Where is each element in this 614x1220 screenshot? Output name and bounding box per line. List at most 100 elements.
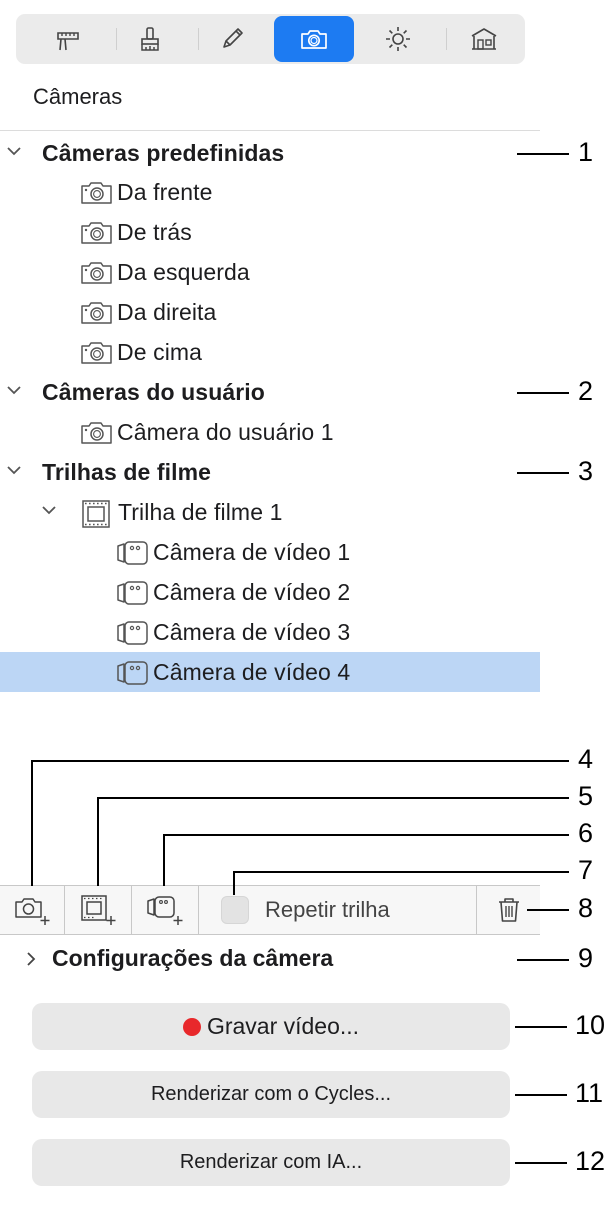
ruler-icon	[57, 32, 79, 51]
chevron-down-icon[interactable]	[5, 381, 23, 399]
tool-tabs	[16, 14, 525, 64]
callout-line	[97, 797, 569, 799]
camera-icon	[81, 262, 112, 284]
add-video-camera-icon	[147, 896, 183, 925]
panel-title: Câmeras	[33, 84, 123, 109]
tree-item-video-camera[interactable]: Câmera de vídeo 2	[0, 573, 540, 613]
tab-cameras[interactable]	[274, 16, 354, 62]
tab-material[interactable]	[110, 16, 190, 62]
house-icon	[471, 28, 497, 50]
add-film-track-icon	[81, 895, 116, 925]
callout-2: 2	[578, 376, 594, 406]
callout-line	[31, 760, 33, 886]
callout-line	[517, 472, 569, 474]
item-label: Da direita	[117, 299, 217, 325]
tab-lighting[interactable]	[358, 16, 438, 62]
callout-5: 5	[578, 781, 594, 811]
callout-7: 7	[578, 855, 594, 885]
group-label: Trilhas de filme	[42, 459, 212, 485]
repeat-track-checkbox[interactable]	[221, 896, 249, 924]
tree-item-camera[interactable]: De trás	[0, 213, 540, 253]
video-camera-icon	[117, 541, 148, 565]
add-camera-button[interactable]	[0, 886, 64, 934]
tab-building[interactable]	[444, 16, 524, 62]
callout-10: 10	[575, 1010, 606, 1040]
item-label: De trás	[117, 219, 192, 245]
camera-action-bar: Repetir trilha	[0, 885, 540, 935]
tab-draw[interactable]	[192, 16, 272, 62]
tree-item-camera[interactable]: Da frente	[0, 173, 540, 213]
tree-item-video-camera-selected[interactable]: Câmera de vídeo 4	[0, 652, 540, 692]
group-label: Câmeras predefinidas	[42, 140, 285, 166]
tree-item-film-track[interactable]: Trilha de filme 1	[0, 493, 540, 533]
record-label: Gravar vídeo...	[206, 1013, 360, 1039]
callout-line	[517, 153, 569, 155]
video-camera-icon	[117, 621, 148, 645]
chevron-down-icon[interactable]	[5, 461, 23, 479]
item-label: Câmera do usuário 1	[117, 419, 334, 445]
sun-icon	[386, 27, 410, 51]
tree-group-predefined[interactable]: Câmeras predefinidas	[0, 134, 540, 174]
add-camera-icon	[15, 898, 50, 925]
callout-line	[515, 1026, 567, 1028]
pencil-icon	[223, 28, 243, 48]
callout-line	[527, 909, 569, 911]
add-video-camera-button[interactable]	[132, 886, 198, 934]
callout-line	[233, 871, 569, 873]
item-label: Da esquerda	[117, 259, 250, 285]
callout-3: 3	[578, 456, 594, 486]
callout-9: 9	[578, 943, 594, 973]
chevron-right-icon[interactable]	[22, 950, 40, 968]
render-ai-button[interactable]: Renderizar com IA...	[32, 1139, 510, 1186]
chevron-down-icon[interactable]	[40, 501, 58, 519]
callout-line	[515, 1162, 567, 1164]
tree-item-camera[interactable]: Da direita	[0, 293, 540, 333]
camera-icon	[81, 222, 112, 244]
chevron-down-icon[interactable]	[5, 142, 23, 160]
render-ai-label: Renderizar com IA...	[179, 1151, 363, 1173]
callout-line	[517, 392, 569, 394]
camera-icon	[81, 182, 112, 204]
callout-4: 4	[578, 744, 594, 774]
tree-item-video-camera[interactable]: Câmera de vídeo 3	[0, 613, 540, 653]
render-cycles-button[interactable]: Renderizar com o Cycles...	[32, 1071, 510, 1118]
repeat-track-label: Repetir trilha	[265, 897, 390, 922]
callout-11: 11	[575, 1078, 604, 1108]
settings-label: Configurações da câmera	[52, 945, 334, 971]
tree-item-video-camera[interactable]: Câmera de vídeo 1	[0, 533, 540, 573]
callout-line	[31, 760, 569, 762]
tree-item-user-camera[interactable]: Câmera do usuário 1	[0, 413, 540, 453]
tree-item-camera[interactable]: De cima	[0, 333, 540, 373]
camera-icon	[301, 30, 327, 49]
group-label: Câmeras do usuário	[42, 379, 265, 405]
callout-1: 1	[578, 137, 594, 167]
item-label: Trilha de filme 1	[118, 499, 283, 525]
item-label: Câmera de vídeo 2	[153, 579, 351, 605]
callout-8: 8	[578, 893, 594, 923]
tab-measure[interactable]	[28, 16, 108, 62]
item-label: Câmera de vídeo 4	[153, 659, 351, 685]
callout-line	[163, 834, 165, 886]
video-camera-icon	[117, 661, 148, 685]
tree-group-tracks[interactable]: Trilhas de filme	[0, 453, 540, 493]
item-label: Da frente	[117, 179, 213, 205]
camera-icon	[81, 342, 112, 364]
tree-group-user[interactable]: Câmeras do usuário	[0, 373, 540, 413]
callout-line	[515, 1094, 567, 1096]
repeat-track-toggle[interactable]: Repetir trilha	[199, 886, 475, 934]
callout-12: 12	[575, 1146, 606, 1176]
record-video-button[interactable]: Gravar vídeo...	[32, 1003, 510, 1050]
video-camera-icon	[117, 581, 148, 605]
callout-6: 6	[578, 818, 594, 848]
add-film-track-button[interactable]	[65, 886, 131, 934]
trash-icon	[498, 898, 519, 922]
render-cycles-label: Renderizar com o Cycles...	[150, 1083, 392, 1105]
callout-line	[97, 797, 99, 886]
item-label: Câmera de vídeo 3	[153, 619, 351, 645]
tree-item-camera[interactable]: Da esquerda	[0, 253, 540, 293]
divider	[0, 130, 540, 131]
callout-line	[163, 834, 569, 836]
film-strip-icon	[82, 500, 110, 528]
brush-icon	[141, 27, 159, 51]
callout-line	[233, 871, 235, 895]
